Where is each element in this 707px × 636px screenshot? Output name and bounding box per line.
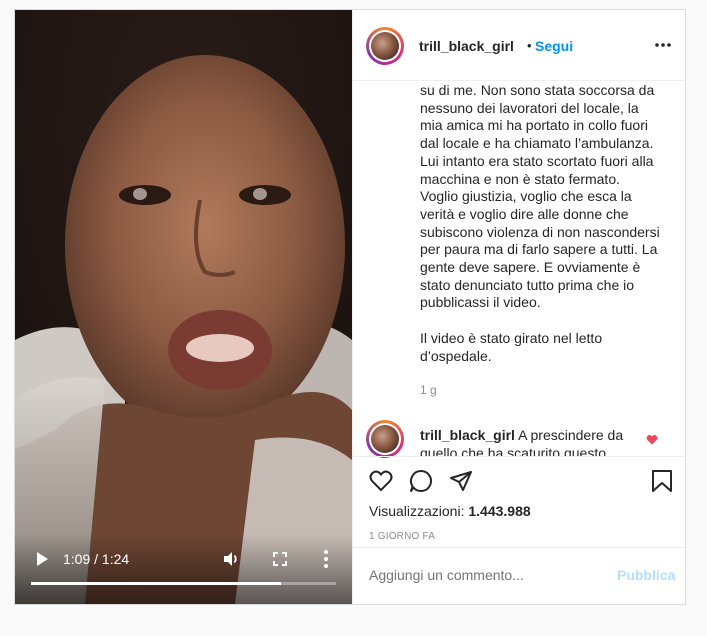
caption-line: stato denunciato tutto prima che io	[420, 276, 635, 293]
comment-body-line2: quello che ha scaturito questo	[420, 445, 607, 456]
caption-line: dal locale e ha chiamato l’ambulanza.	[420, 135, 654, 152]
header-username[interactable]: trill_black_girl	[419, 38, 514, 54]
video-controls-overlay	[15, 534, 352, 604]
fullscreen-icon[interactable]	[272, 551, 288, 567]
caption-line: subiscono violenza di non nascondersi	[420, 223, 660, 240]
caption-line: d’ospedale.	[420, 347, 492, 364]
publish-button[interactable]: Pubblica	[617, 567, 675, 583]
caption-line: Lui intanto era stato scortato fuori all…	[420, 152, 654, 169]
views-value: 1.443.988	[468, 503, 531, 519]
caption-line: nessuno dei lavoratori del locale, la	[420, 99, 639, 116]
comment-input[interactable]	[369, 565, 589, 585]
comment-icon[interactable]	[409, 469, 433, 493]
caption-line: Voglio giustizia, voglio che esca la	[420, 188, 632, 205]
comment-avatar[interactable]	[366, 420, 404, 458]
video-player[interactable]: 1:09 / 1:24	[15, 10, 352, 604]
post-card: 1:09 / 1:24 trill_black_girl • Segui su …	[14, 9, 686, 605]
caption-line: mia amica mi ha portato in collo fuori	[420, 117, 648, 134]
video-progress-fill	[31, 582, 282, 585]
post-side-panel: trill_black_girl • Segui su di me. Non s…	[352, 10, 685, 604]
views-label: Visualizzazioni:	[369, 503, 465, 519]
caption-line: Il video è stato girato nel letto	[420, 330, 603, 347]
post-date[interactable]: 1 GIORNO FA	[369, 531, 435, 542]
follow-button[interactable]: Segui	[535, 38, 573, 54]
comment-text: trill_black_girl A prescindere da quello…	[420, 426, 640, 456]
caption-line: per paura ma di farlo sapere a tutti. La	[420, 241, 658, 258]
more-options-icon[interactable]	[324, 550, 328, 568]
post-caption: su di me. Non sono stata soccorsa da ness…	[420, 80, 665, 440]
caption-line: verità e voglio dire alle donne che	[420, 205, 629, 222]
like-icon[interactable]	[369, 469, 393, 493]
share-icon[interactable]	[449, 469, 473, 493]
volume-icon[interactable]	[222, 550, 240, 568]
caption-line: gente deve sapere. E ovviamente è	[420, 259, 641, 276]
comment-username[interactable]: trill_black_girl	[420, 427, 515, 443]
avatar[interactable]	[366, 27, 404, 65]
views-count: Visualizzazioni: 1.443.988	[369, 503, 531, 519]
heart-icon[interactable]	[646, 434, 658, 446]
caption-line: su di me. Non sono stata soccorsa da	[420, 82, 655, 98]
video-progress-bar[interactable]	[31, 582, 336, 585]
post-header: trill_black_girl • Segui	[353, 10, 685, 81]
comment-body: A prescindere da	[518, 427, 624, 443]
caption-line: pubblicassi il video.	[420, 294, 541, 311]
video-time: 1:09 / 1:24	[63, 551, 130, 567]
caption-line: macchina e non è stato fermato.	[420, 170, 620, 187]
add-comment-bar: Pubblica	[353, 547, 685, 604]
save-icon[interactable]	[651, 469, 673, 493]
header-separator: •	[527, 38, 532, 53]
caption-age[interactable]: 1 g	[420, 382, 665, 400]
play-icon[interactable]	[35, 551, 49, 567]
video-frame	[15, 10, 352, 604]
more-options-icon[interactable]	[655, 43, 671, 47]
